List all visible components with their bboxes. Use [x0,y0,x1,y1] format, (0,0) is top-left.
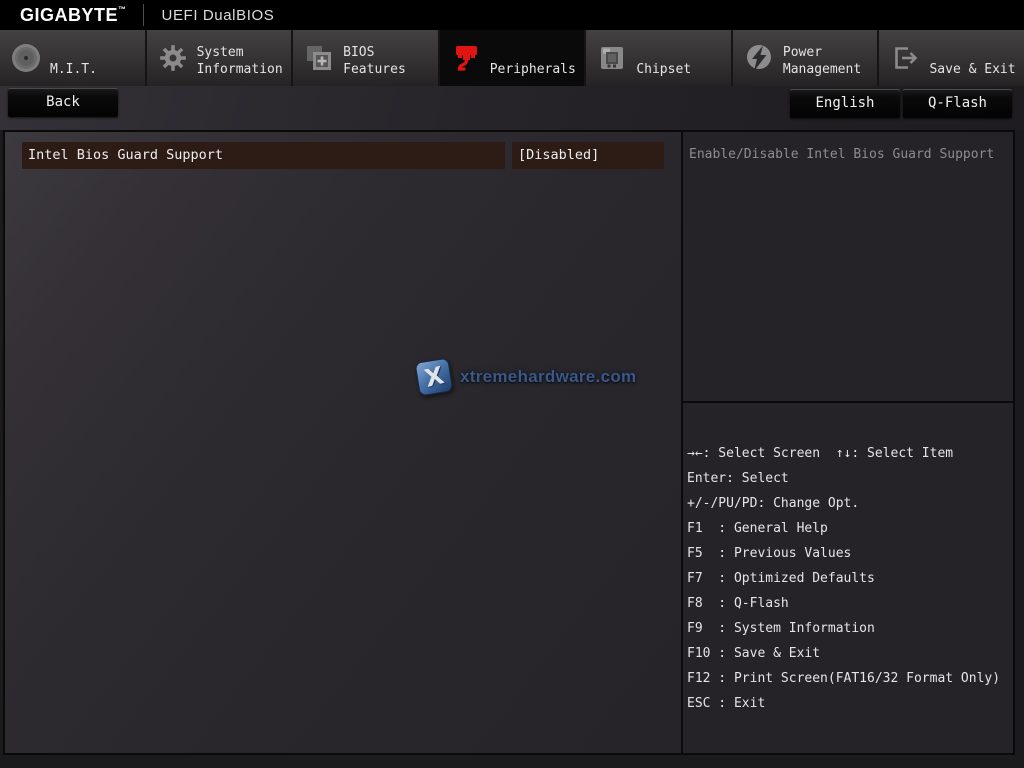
shortcut-line: ESC : Exit [687,696,766,711]
tab-label: BIOS Features [343,45,406,77]
main-panel: Intel Bios Guard Support [Disabled] X xt… [3,130,1015,755]
topbar-divider [142,4,144,26]
watermark-x-icon: X [414,357,454,397]
tab-label: Peripherals [489,62,576,77]
back-button[interactable]: Back [8,88,118,117]
shortcut-line: →←: Select Screen ↑↓: Select Item [687,446,954,461]
sub-bar: Back English Q-Flash [0,86,1024,130]
shortcut-line: F7 : Optimized Defaults [687,571,875,586]
tab-mit[interactable]: M.I.T. [0,30,147,86]
shortcut-line: F12 : Print Screen(FAT16/32 Format Only) [687,671,1001,686]
top-bar: GIGABYTE™ UEFI DualBIOS [0,0,1024,30]
shortcut-line: +/-/PU/PD: Change Opt. [687,496,860,511]
tab-label: System Information [196,45,283,77]
gear-icon [158,43,188,73]
app-title: UEFI DualBIOS [161,6,275,24]
tab-peripherals[interactable]: Peripherals [439,30,587,86]
tab-power-management[interactable]: Power Management [733,30,880,86]
tab-chipset[interactable]: Chipset [586,30,733,86]
tab-save-exit[interactable]: Save & Exit [879,30,1024,86]
settings-area: Intel Bios Guard Support [Disabled] X xt… [5,132,683,753]
language-button[interactable]: English [790,89,900,118]
tab-bar: M.I.T. System Information BIOS Features … [0,30,1024,86]
tab-label: M.I.T. [50,62,97,77]
setting-value[interactable]: [Disabled] [512,142,664,169]
tab-label: Save & Exit [929,62,1016,77]
power-bolt-icon [744,43,774,73]
shortcut-line: F1 : General Help [687,521,828,536]
shortcut-line: F8 : Q-Flash [687,596,789,611]
setting-name: Intel Bios Guard Support [22,142,505,169]
chipset-icon [597,43,627,73]
tab-bios-features[interactable]: BIOS Features [293,30,440,86]
shortcut-line: F9 : System Information [687,621,875,636]
mit-icon [11,43,41,73]
shortcut-line: F5 : Previous Values [687,546,852,561]
tab-system-information[interactable]: System Information [147,30,294,86]
qflash-button[interactable]: Q-Flash [903,89,1012,118]
setting-row-intel-bios-guard[interactable]: Intel Bios Guard Support [Disabled] [22,142,664,169]
bios-chip-icon [304,43,334,73]
watermark-text: xtremehardware.com [460,367,637,386]
item-help-text: Enable/Disable Intel Bios Guard Support [683,132,1013,403]
tab-label: Power Management [782,45,862,77]
exit-door-icon [890,43,920,73]
shortcut-line: Enter: Select [687,471,789,486]
gigabyte-logo: GIGABYTE™ [20,4,127,25]
shortcut-line: F10 : Save & Exit [687,646,821,661]
tab-label: Chipset [636,62,692,77]
peripherals-icon [451,43,481,73]
watermark: X xtremehardware.com [414,357,637,397]
shortcut-keys-list: →←: Select Screen ↑↓: Select Item Enter:… [683,403,1013,753]
help-panel: Enable/Disable Intel Bios Guard Support … [683,132,1013,753]
